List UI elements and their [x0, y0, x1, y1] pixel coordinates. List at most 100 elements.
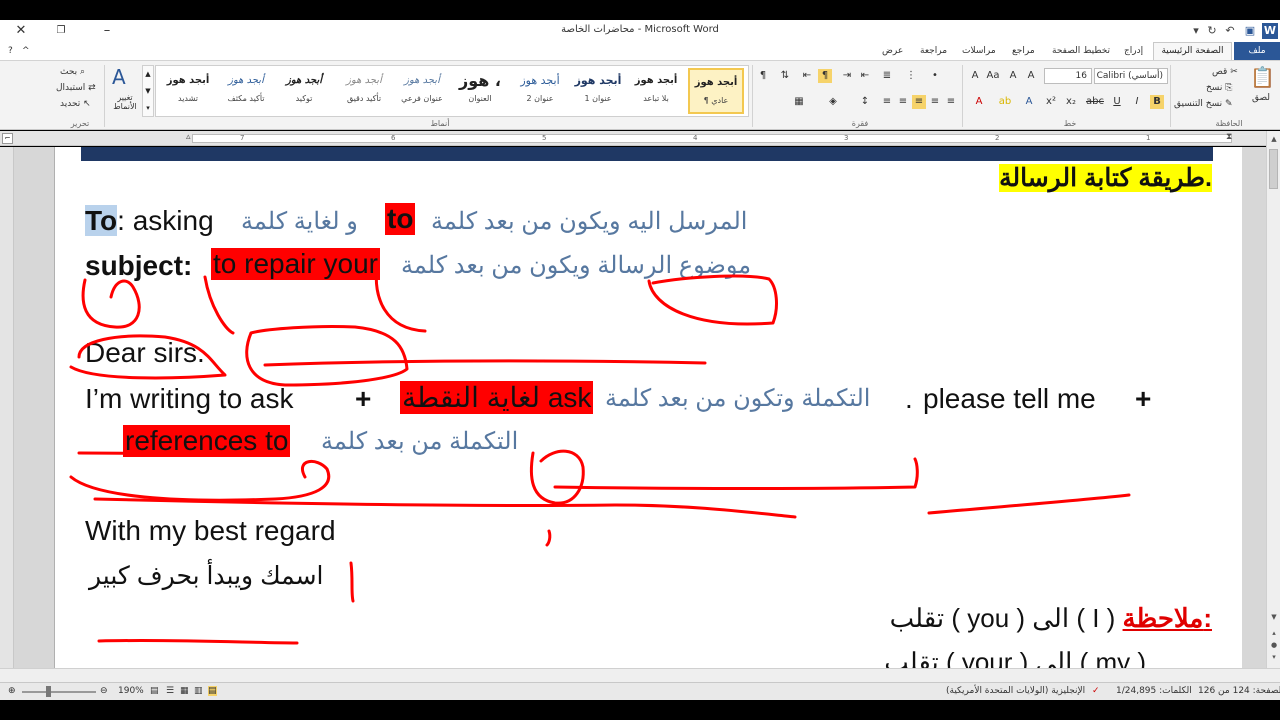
borders-icon[interactable]: ▦ — [792, 95, 806, 109]
view-reading-icon[interactable]: ▥ — [194, 686, 203, 696]
ribbon-collapse-icon[interactable]: ^ — [22, 44, 30, 60]
style-heading-2[interactable]: أبجد هوز عنوان 2 — [512, 68, 568, 114]
find-button[interactable]: بحث ⌕ — [60, 67, 85, 77]
prev-page-icon[interactable]: ▴ — [1267, 627, 1280, 639]
rtl-direction-icon[interactable]: ⇤ — [800, 69, 814, 83]
zoom-slider[interactable] — [22, 691, 96, 693]
save-icon[interactable]: ▣ — [1242, 23, 1258, 39]
next-page-icon[interactable]: ▾ — [1267, 651, 1280, 663]
undo-icon[interactable]: ↶ — [1222, 23, 1238, 39]
word-count[interactable]: الكلمات: 1/24,895 — [1116, 686, 1192, 696]
superscript-icon[interactable]: x² — [1044, 95, 1058, 109]
zoom-in-icon[interactable]: ⊕ — [8, 686, 16, 696]
shading-icon[interactable]: ◈ — [826, 95, 840, 109]
select-button[interactable]: تحديد ↖ — [60, 99, 91, 109]
zoom-slider-handle[interactable] — [46, 686, 51, 697]
style-normal[interactable]: أبجد هوز ¶ عادي — [688, 68, 744, 114]
pilcrow-icon[interactable]: ¶ — [756, 69, 770, 83]
line-spacing-icon[interactable]: ↕ — [858, 95, 872, 109]
style-intense-emphasis[interactable]: أبجد هوز تأكيد مكثف — [218, 68, 274, 114]
scroll-down-icon[interactable]: ▼ — [1267, 611, 1280, 623]
multilevel-list-icon[interactable]: ≣ — [880, 69, 894, 83]
annotation-stroke — [263, 359, 707, 367]
indent-marker-icon[interactable]: ⧗ — [1226, 132, 1232, 142]
scroll-thumb[interactable] — [1269, 149, 1278, 189]
font-name-dropdown[interactable]: Calibri (أساسي) — [1094, 68, 1168, 84]
numbering-icon[interactable]: ⋮ — [904, 69, 918, 83]
strikethrough-icon[interactable]: abc — [1086, 95, 1104, 109]
replace-button[interactable]: استبدال ⇄ — [56, 83, 96, 93]
style-subtitle[interactable]: أبجد هوز عنوان فرعي — [394, 68, 450, 114]
align-left-icon[interactable]: ≡ — [896, 95, 910, 109]
align-center-icon[interactable]: ≡ — [912, 95, 926, 109]
tab-home[interactable]: الصفحة الرئيسية — [1153, 42, 1232, 60]
decrease-indent-icon[interactable]: ⇤ — [858, 69, 872, 83]
change-case-icon[interactable]: Aa — [986, 69, 1000, 83]
bullets-icon[interactable]: • — [928, 69, 942, 83]
align-right-icon[interactable]: ≡ — [928, 95, 942, 109]
scroll-up-icon[interactable]: ▲ — [1267, 133, 1280, 145]
help-icon[interactable]: ? — [8, 44, 13, 60]
style-name: تأكيد مكثف — [227, 94, 265, 103]
clear-formatting-icon[interactable]: A — [968, 69, 982, 83]
language-status[interactable]: الإنجليزية (الولايات المتحدة الأمريكية) — [946, 686, 1085, 696]
style-strong[interactable]: أبجد هوز تشديد — [160, 68, 216, 114]
tab-mailings[interactable]: مراسلات — [962, 44, 996, 60]
sort-icon[interactable]: ⇅ — [778, 69, 792, 83]
format-painter-button[interactable]: نسخ التنسيق ✎ — [1174, 99, 1233, 109]
tab-page-layout[interactable]: تخطيط الصفحة — [1052, 44, 1110, 60]
customize-qat-icon[interactable]: ▾ — [1188, 23, 1204, 39]
redo-icon[interactable]: ↻ — [1204, 23, 1220, 39]
style-emphasis[interactable]: أبجد هوز توكيد — [276, 68, 332, 114]
tab-insert[interactable]: إدراج — [1124, 44, 1143, 60]
zoom-level[interactable]: 190% — [118, 686, 144, 696]
view-print-layout-icon[interactable]: ▤ — [208, 686, 217, 696]
shrink-font-icon[interactable]: A — [1006, 69, 1020, 83]
grow-font-icon[interactable]: A — [1024, 69, 1038, 83]
tab-view[interactable]: عرض — [882, 44, 903, 60]
bold-button[interactable]: B — [1150, 95, 1164, 109]
vertical-scrollbar[interactable]: ▲ ▼ ▴ ● ▾ — [1266, 131, 1280, 668]
style-title[interactable]: هوز ، العنوان — [452, 68, 508, 114]
tab-selector-icon[interactable]: ⌐ — [2, 133, 13, 144]
view-outline-icon[interactable]: ☰ — [166, 686, 174, 696]
style-no-spacing[interactable]: أبجد هوز بلا تباعد — [628, 68, 684, 114]
italic-button[interactable]: I — [1130, 95, 1144, 109]
gallery-scroll[interactable]: ▲ ▼ ▾ — [142, 65, 154, 117]
styles-group-label: أنماط — [430, 119, 450, 128]
right-indent-marker-icon[interactable]: ▵ — [186, 132, 191, 142]
underline-button[interactable]: U — [1110, 95, 1124, 109]
copy-button[interactable]: نسخ ⎘ — [1206, 83, 1232, 93]
tab-review[interactable]: مراجعة — [920, 44, 947, 60]
view-web-icon[interactable]: ▦ — [180, 686, 189, 696]
page-number[interactable]: الصفحة: 124 من 126 — [1198, 686, 1280, 696]
tab-file[interactable]: ملف — [1234, 42, 1280, 60]
font-size-dropdown[interactable]: 16 — [1044, 68, 1092, 84]
horizontal-ruler[interactable]: ⌐ 1 2 3 4 5 6 7 ⧗ ▵ — [0, 131, 1280, 146]
change-styles-icon[interactable]: A — [112, 65, 126, 89]
view-draft-icon[interactable]: ▤ — [150, 686, 159, 696]
group-separator — [1170, 65, 1171, 127]
highlight-icon[interactable]: ab — [998, 95, 1012, 109]
paste-button[interactable]: لصق — [1252, 93, 1270, 103]
style-heading-1[interactable]: أبجد هوز عنوان 1 — [570, 68, 626, 114]
annotation-stroke — [647, 274, 778, 326]
proofing-icon[interactable]: ✓ — [1092, 686, 1100, 696]
cut-button[interactable]: قص ✂ — [1212, 67, 1238, 77]
subscript-icon[interactable]: x₂ — [1064, 95, 1078, 109]
change-styles-button[interactable]: تغيير الأنماط — [108, 93, 142, 111]
justify-full-icon[interactable]: ≡ — [944, 95, 958, 109]
style-subtle-emphasis[interactable]: أبجد هوز تأكيد دقيق — [336, 68, 392, 114]
justify-icon[interactable]: ≡ — [880, 95, 894, 109]
text-effects-icon[interactable]: A — [1022, 95, 1036, 109]
font-color-icon[interactable]: A — [972, 95, 986, 109]
browse-object-icon[interactable]: ● — [1267, 639, 1280, 651]
horizontal-scrollbar[interactable] — [0, 668, 1280, 682]
document-page[interactable]: طريقة كتابة الرسالة. To: asking و لغاية … — [54, 147, 1242, 668]
annotation-stroke — [93, 497, 797, 519]
increase-indent-icon[interactable]: ⇥ — [840, 69, 854, 83]
tab-references[interactable]: مراجع — [1012, 44, 1035, 60]
clipboard-paste-icon[interactable]: 📋 — [1250, 65, 1275, 89]
ltr-direction-icon[interactable]: ¶ — [818, 69, 832, 83]
zoom-out-icon[interactable]: ⊖ — [100, 686, 108, 696]
